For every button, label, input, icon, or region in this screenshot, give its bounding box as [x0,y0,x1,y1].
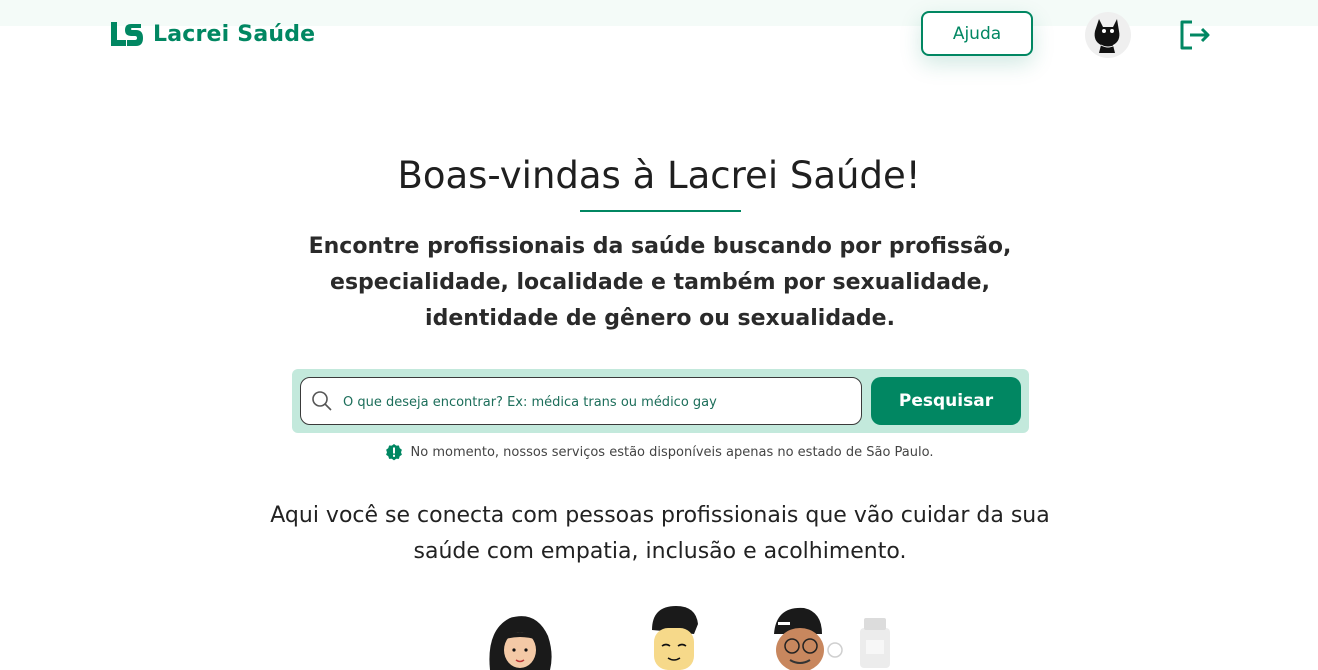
tagline: Aqui você se conecta com pessoas profiss… [270,503,1050,564]
people-illustration [489,606,890,670]
notice-text: No momento, nossos serviços estão dispon… [410,444,934,460]
search-container: Pesquisar [292,369,1029,433]
hero-subtitle: Encontre profissionais da saúde buscando… [308,234,1012,331]
search-field[interactable] [300,377,862,426]
user-avatar[interactable] [1085,12,1131,58]
availability-notice: No momento, nossos serviços estão dispon… [0,443,1318,461]
help-button[interactable]: Ajuda [921,11,1033,56]
brand-logo[interactable]: Lacrei Saúde [109,20,315,48]
title-underline [580,210,741,212]
logout-icon[interactable] [1178,18,1212,52]
lacrei-logo-icon [111,22,143,46]
search-input[interactable] [341,378,855,426]
page-title: Boas-vindas à Lacrei Saúde! [397,154,921,197]
cat-avatar-icon [1094,19,1120,53]
search-icon [312,391,332,411]
alert-icon [385,444,402,461]
search-button[interactable]: Pesquisar [871,377,1021,425]
brand-name: Lacrei Saúde [153,21,316,47]
